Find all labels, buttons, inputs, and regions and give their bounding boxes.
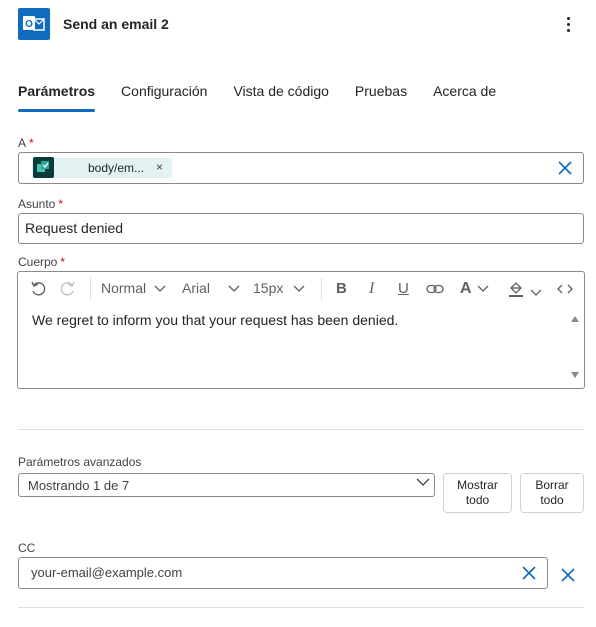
editor-toolbar: Normal Arial 15px B I U A: [18, 272, 584, 306]
token-label: body/em...: [88, 161, 145, 175]
cc-label: CC: [18, 541, 36, 555]
tab-bar: Parámetros Configuración Vista de código…: [18, 82, 522, 112]
paragraph-style-dropdown[interactable]: Normal: [101, 280, 166, 296]
subject-label: Asunto *: [18, 197, 64, 211]
subject-input[interactable]: Request denied: [18, 213, 584, 244]
clear-to-icon[interactable]: [558, 161, 572, 175]
tab-pruebas[interactable]: Pruebas: [355, 82, 407, 112]
chevron-down-icon: [228, 285, 240, 292]
to-field[interactable]: body/em... ×: [18, 152, 584, 184]
action-title: Send an email 2: [63, 16, 169, 32]
cc-input[interactable]: your-email@example.com: [18, 557, 548, 589]
section-divider: [18, 607, 584, 608]
tab-configuracion[interactable]: Configuración: [121, 82, 207, 112]
chevron-down-icon: [416, 478, 430, 486]
advanced-params-label: Parámetros avanzados: [18, 455, 142, 469]
font-family-dropdown[interactable]: Arial: [182, 280, 240, 296]
approval-connector-icon: [33, 157, 54, 178]
scroll-down-arrow-icon[interactable]: [571, 372, 579, 378]
bold-button[interactable]: B: [336, 280, 347, 297]
underline-button[interactable]: U: [398, 280, 409, 297]
paint-bucket-icon: [509, 282, 523, 297]
redo-icon[interactable]: [60, 281, 76, 297]
outlook-icon: O: [18, 8, 50, 40]
remove-cc-parameter-icon[interactable]: [561, 568, 575, 582]
clear-all-button[interactable]: Borrar todo: [520, 473, 584, 513]
scroll-up-arrow-icon[interactable]: [571, 316, 579, 322]
more-vertical-icon[interactable]: [558, 12, 578, 36]
body-label: Cuerpo *: [18, 255, 66, 269]
clear-cc-icon[interactable]: [522, 566, 536, 580]
toolbar-divider: [90, 278, 91, 300]
highlight-color-dropdown[interactable]: [508, 281, 542, 300]
font-color-dropdown[interactable]: A: [460, 280, 489, 298]
italic-button[interactable]: I: [369, 280, 374, 298]
chevron-down-icon: [530, 289, 542, 296]
tab-acerca-de[interactable]: Acerca de: [433, 82, 496, 112]
advanced-params-select[interactable]: Mostrando 1 de 7: [18, 473, 435, 497]
font-size-dropdown[interactable]: 15px: [253, 280, 305, 296]
chevron-down-icon: [154, 285, 166, 292]
body-text[interactable]: We regret to inform you that your reques…: [32, 312, 398, 328]
chevron-down-icon: [293, 285, 305, 292]
tab-vista-de-codigo[interactable]: Vista de código: [233, 82, 328, 112]
tab-parametros[interactable]: Parámetros: [18, 82, 96, 112]
svg-text:O: O: [25, 19, 33, 30]
show-all-button[interactable]: Mostrar todo: [443, 473, 512, 513]
dynamic-content-token[interactable]: body/em... ×: [32, 157, 172, 178]
editor-scrollbar[interactable]: [566, 308, 584, 388]
action-header: O Send an email 2: [0, 0, 596, 48]
token-remove-icon[interactable]: ×: [156, 160, 163, 174]
section-divider: [18, 429, 584, 430]
undo-icon[interactable]: [30, 281, 46, 297]
link-icon[interactable]: [426, 284, 444, 294]
to-label: A *: [18, 136, 34, 150]
body-editor[interactable]: Normal Arial 15px B I U A We regret to i…: [17, 271, 585, 389]
toolbar-divider: [321, 278, 322, 300]
code-view-icon[interactable]: [557, 284, 573, 294]
chevron-down-icon: [477, 285, 489, 292]
